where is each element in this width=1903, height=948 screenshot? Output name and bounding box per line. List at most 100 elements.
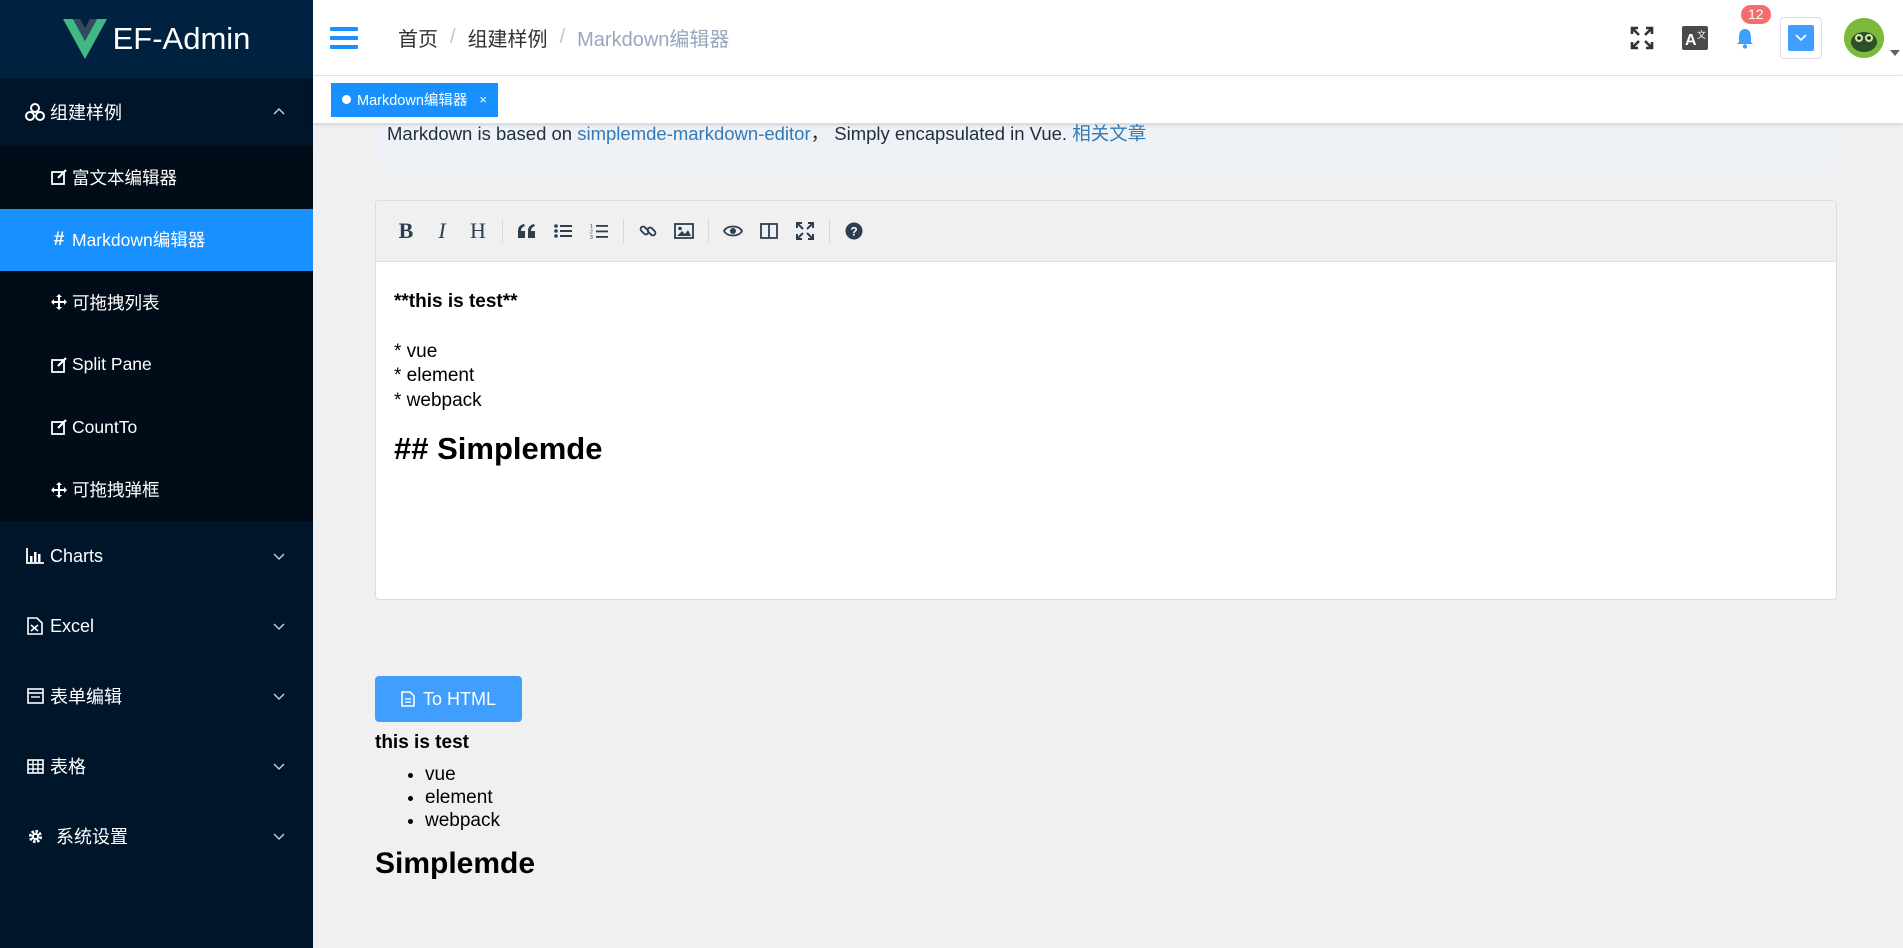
editor-toolbar: B I H 123 ? (376, 201, 1836, 262)
sidebar-item-markdown[interactable]: # Markdown编辑器 (0, 208, 313, 271)
logo[interactable]: EF-Admin (0, 0, 313, 78)
breadcrumb-components[interactable]: 组建样例 (468, 23, 548, 52)
menu-group-excel[interactable]: Excel (0, 591, 313, 661)
editor-line: * element (394, 365, 475, 386)
notification-bell[interactable]: 12 (1732, 5, 1771, 51)
ordered-list-button[interactable]: 123 (581, 213, 617, 249)
toolbar-separator (502, 219, 503, 243)
italic-button[interactable]: I (424, 213, 460, 249)
edit-icon (49, 356, 69, 374)
svg-text:3: 3 (590, 235, 593, 239)
chevron-down-icon (273, 693, 285, 701)
sidebar-item-countto[interactable]: CountTo (0, 396, 313, 459)
edit-icon (49, 168, 69, 186)
main-content: Markdown is based on simplemde-markdown-… (313, 124, 1903, 948)
article-link[interactable]: 相关文章 (1072, 124, 1146, 144)
menu-group-label: 组建样例 (50, 103, 122, 123)
quote-icon (518, 224, 535, 238)
form-icon (24, 687, 46, 705)
chevron-down-icon (273, 763, 285, 771)
preview-button[interactable] (715, 213, 751, 249)
image-button[interactable] (666, 213, 702, 249)
top-navbar: 首页 / 组建样例 / Markdown编辑器 A文 12 (313, 0, 1903, 76)
list-ul-icon (554, 224, 572, 238)
columns-icon (760, 223, 778, 239)
edit-icon (49, 418, 69, 436)
toolbar-separator (829, 219, 830, 243)
hash-icon: # (53, 228, 65, 250)
to-html-button[interactable]: To HTML (375, 676, 522, 722)
logo-text: EF-Admin (112, 21, 251, 56)
quote-button[interactable] (509, 213, 545, 249)
sidebar: EF-Admin 组建样例 富文本编辑器 # Markdown编辑器 可拖拽列表… (0, 0, 313, 948)
close-icon[interactable]: × (479, 92, 487, 107)
intro-text: Markdown is based on simplemde-markdown-… (375, 124, 1835, 172)
tags-view: Markdown编辑器 × (313, 76, 1903, 124)
avatar-caret-icon[interactable] (1890, 50, 1900, 56)
preview-heading: Simplemde (375, 847, 536, 880)
list-item: vue (425, 763, 535, 786)
bold-button[interactable]: B (388, 213, 424, 249)
breadcrumb-home[interactable]: 首页 (398, 23, 438, 52)
link-button[interactable] (630, 213, 666, 249)
editor-line: * vue (394, 340, 438, 362)
toolbar-separator (623, 219, 624, 243)
editor-line: ## Simplemde (394, 431, 603, 466)
menu-group-table[interactable]: 表格 (0, 731, 313, 801)
preview-list: vue element webpack (425, 763, 535, 832)
help-icon: ? (845, 222, 863, 240)
avatar[interactable] (1844, 18, 1884, 58)
unordered-list-button[interactable] (545, 213, 581, 249)
breadcrumb-separator: / (450, 26, 456, 48)
cubes-icon (24, 103, 46, 121)
menu-group-charts[interactable]: Charts (0, 521, 313, 591)
side-by-side-button[interactable] (751, 213, 787, 249)
header-actions: A文 12 (1629, 0, 1903, 76)
sidebar-item-split-pane[interactable]: Split Pane (0, 334, 313, 397)
list-item: element (425, 786, 535, 809)
gear-icon (24, 827, 46, 845)
heading-button[interactable]: H (460, 213, 496, 249)
bell-icon (1737, 29, 1753, 49)
excel-file-icon (24, 617, 46, 635)
chevron-down-icon (273, 623, 285, 631)
toolbar-separator (708, 219, 709, 243)
move-icon (49, 481, 69, 499)
translate-icon[interactable]: A文 (1682, 25, 1708, 51)
editor-textarea[interactable]: **this is test** * vue * element * webpa… (376, 262, 1836, 490)
move-icon (49, 293, 69, 311)
hamburger-icon[interactable] (330, 26, 358, 49)
svg-text:A: A (1685, 32, 1697, 49)
tag-markdown[interactable]: Markdown编辑器 × (331, 82, 498, 117)
bar-chart-icon (24, 547, 46, 565)
fullscreen-button[interactable] (787, 213, 823, 249)
table-icon (24, 757, 46, 775)
preview-bold-text: this is test (375, 732, 469, 753)
submenu-components: 富文本编辑器 # Markdown编辑器 可拖拽列表 Split Pane Co… (0, 146, 313, 521)
menu-group-form[interactable]: 表单编辑 (0, 661, 313, 731)
breadcrumb-current: Markdown编辑器 (577, 29, 730, 51)
notification-badge: 12 (1741, 5, 1771, 24)
simplemde-link[interactable]: simplemde-markdown-editor (577, 124, 810, 144)
expand-icon (796, 222, 814, 240)
svg-text:?: ? (850, 225, 857, 239)
svg-text:文: 文 (1697, 29, 1706, 40)
sidebar-item-drag-dialog[interactable]: 可拖拽弹框 (0, 459, 313, 522)
guide-button[interactable]: ? (836, 213, 872, 249)
breadcrumb-separator: / (559, 26, 566, 48)
fullscreen-icon[interactable] (1629, 25, 1655, 51)
list-item: webpack (425, 809, 535, 832)
sidebar-item-rich-text[interactable]: 富文本编辑器 (0, 146, 313, 209)
chevron-down-icon (273, 833, 285, 841)
eye-icon (723, 225, 743, 237)
breadcrumb: 首页 / 组建样例 / Markdown编辑器 (398, 23, 729, 52)
active-dot-icon (342, 95, 351, 104)
editor-line: **this is test** (394, 291, 518, 312)
menu-group-components[interactable]: 组建样例 (0, 78, 313, 146)
theme-dropdown-button[interactable] (1780, 17, 1822, 59)
sidebar-item-drag-list[interactable]: 可拖拽列表 (0, 271, 313, 334)
html-preview: this is test vue element webpack Simplem… (375, 732, 535, 881)
menu-group-settings[interactable]: 系统设置 (0, 801, 313, 871)
link-icon (639, 225, 657, 237)
chevron-down-icon (273, 553, 285, 561)
